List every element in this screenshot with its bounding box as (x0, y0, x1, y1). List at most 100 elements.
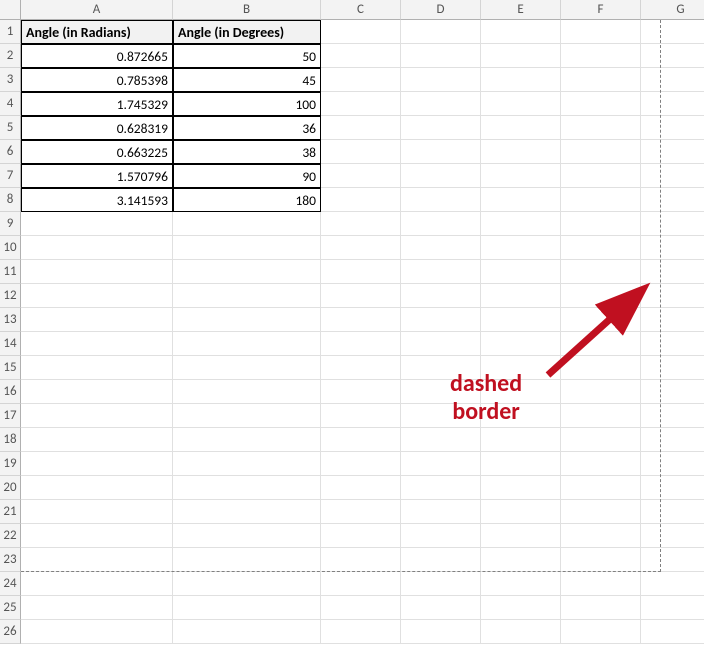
cell-F17[interactable] (561, 404, 641, 428)
row-header-22[interactable]: 22 (0, 524, 21, 548)
cell-B5[interactable]: 36 (173, 116, 321, 140)
row-header-17[interactable]: 17 (0, 404, 21, 428)
cell-E2[interactable] (481, 44, 561, 68)
cell-G15[interactable] (641, 356, 704, 380)
cell-D23[interactable] (401, 548, 481, 572)
cell-D18[interactable] (401, 428, 481, 452)
cell-A3[interactable]: 0.785398 (21, 68, 173, 92)
cell-C9[interactable] (321, 212, 401, 236)
column-header-F[interactable]: F (561, 0, 641, 20)
cell-A19[interactable] (21, 452, 173, 476)
cell-E20[interactable] (481, 476, 561, 500)
row-header-3[interactable]: 3 (0, 68, 21, 92)
row-header-1[interactable]: 1 (0, 20, 21, 44)
cell-C26[interactable] (321, 620, 401, 644)
cell-E3[interactable] (481, 68, 561, 92)
row-header-12[interactable]: 12 (0, 284, 21, 308)
cell-F20[interactable] (561, 476, 641, 500)
cell-B1[interactable]: Angle (in Degrees) (173, 20, 321, 44)
row-header-10[interactable]: 10 (0, 236, 21, 260)
cell-E22[interactable] (481, 524, 561, 548)
cell-B19[interactable] (173, 452, 321, 476)
cell-B17[interactable] (173, 404, 321, 428)
cell-F24[interactable] (561, 572, 641, 596)
cell-C8[interactable] (321, 188, 401, 212)
cell-A11[interactable] (21, 260, 173, 284)
cell-B6[interactable]: 38 (173, 140, 321, 164)
cell-D3[interactable] (401, 68, 481, 92)
cell-F3[interactable] (561, 68, 641, 92)
row-header-2[interactable]: 2 (0, 44, 21, 68)
cell-A22[interactable] (21, 524, 173, 548)
cell-A15[interactable] (21, 356, 173, 380)
cell-D21[interactable] (401, 500, 481, 524)
cell-E4[interactable] (481, 92, 561, 116)
cell-G19[interactable] (641, 452, 704, 476)
cell-F2[interactable] (561, 44, 641, 68)
cell-C19[interactable] (321, 452, 401, 476)
cell-F5[interactable] (561, 116, 641, 140)
cell-A17[interactable] (21, 404, 173, 428)
cell-F15[interactable] (561, 356, 641, 380)
cell-E12[interactable] (481, 284, 561, 308)
column-header-A[interactable]: A (21, 0, 173, 20)
cell-B14[interactable] (173, 332, 321, 356)
cell-F11[interactable] (561, 260, 641, 284)
cell-D12[interactable] (401, 284, 481, 308)
cell-D2[interactable] (401, 44, 481, 68)
cell-C13[interactable] (321, 308, 401, 332)
cell-C10[interactable] (321, 236, 401, 260)
cell-D14[interactable] (401, 332, 481, 356)
cell-C14[interactable] (321, 332, 401, 356)
cell-D10[interactable] (401, 236, 481, 260)
cell-D22[interactable] (401, 524, 481, 548)
cell-G6[interactable] (641, 140, 704, 164)
cell-G5[interactable] (641, 116, 704, 140)
cell-G4[interactable] (641, 92, 704, 116)
cell-B10[interactable] (173, 236, 321, 260)
cell-B23[interactable] (173, 548, 321, 572)
cell-G12[interactable] (641, 284, 704, 308)
cell-B4[interactable]: 100 (173, 92, 321, 116)
cell-G23[interactable] (641, 548, 704, 572)
cell-E21[interactable] (481, 500, 561, 524)
cell-C17[interactable] (321, 404, 401, 428)
cell-F19[interactable] (561, 452, 641, 476)
cell-F13[interactable] (561, 308, 641, 332)
cell-C23[interactable] (321, 548, 401, 572)
row-header-4[interactable]: 4 (0, 92, 21, 116)
cell-B2[interactable]: 50 (173, 44, 321, 68)
row-header-20[interactable]: 20 (0, 476, 21, 500)
row-header-25[interactable]: 25 (0, 596, 21, 620)
cell-F21[interactable] (561, 500, 641, 524)
cell-A21[interactable] (21, 500, 173, 524)
cell-F25[interactable] (561, 596, 641, 620)
grid[interactable]: ABCDEFG1Angle (in Radians)Angle (in Degr… (0, 0, 704, 644)
cell-E26[interactable] (481, 620, 561, 644)
cell-C24[interactable] (321, 572, 401, 596)
cell-F1[interactable] (561, 20, 641, 44)
cell-D11[interactable] (401, 260, 481, 284)
cell-A18[interactable] (21, 428, 173, 452)
cell-G11[interactable] (641, 260, 704, 284)
cell-G26[interactable] (641, 620, 704, 644)
cell-G14[interactable] (641, 332, 704, 356)
cell-C6[interactable] (321, 140, 401, 164)
cell-F23[interactable] (561, 548, 641, 572)
cell-B3[interactable]: 45 (173, 68, 321, 92)
cell-G18[interactable] (641, 428, 704, 452)
cell-D1[interactable] (401, 20, 481, 44)
column-header-B[interactable]: B (173, 0, 321, 20)
row-header-24[interactable]: 24 (0, 572, 21, 596)
cell-A26[interactable] (21, 620, 173, 644)
cell-F9[interactable] (561, 212, 641, 236)
cell-C22[interactable] (321, 524, 401, 548)
cell-D24[interactable] (401, 572, 481, 596)
cell-A13[interactable] (21, 308, 173, 332)
column-header-D[interactable]: D (401, 0, 481, 20)
cell-G13[interactable] (641, 308, 704, 332)
row-header-5[interactable]: 5 (0, 116, 21, 140)
cell-B18[interactable] (173, 428, 321, 452)
cell-G16[interactable] (641, 380, 704, 404)
cell-A5[interactable]: 0.628319 (21, 116, 173, 140)
